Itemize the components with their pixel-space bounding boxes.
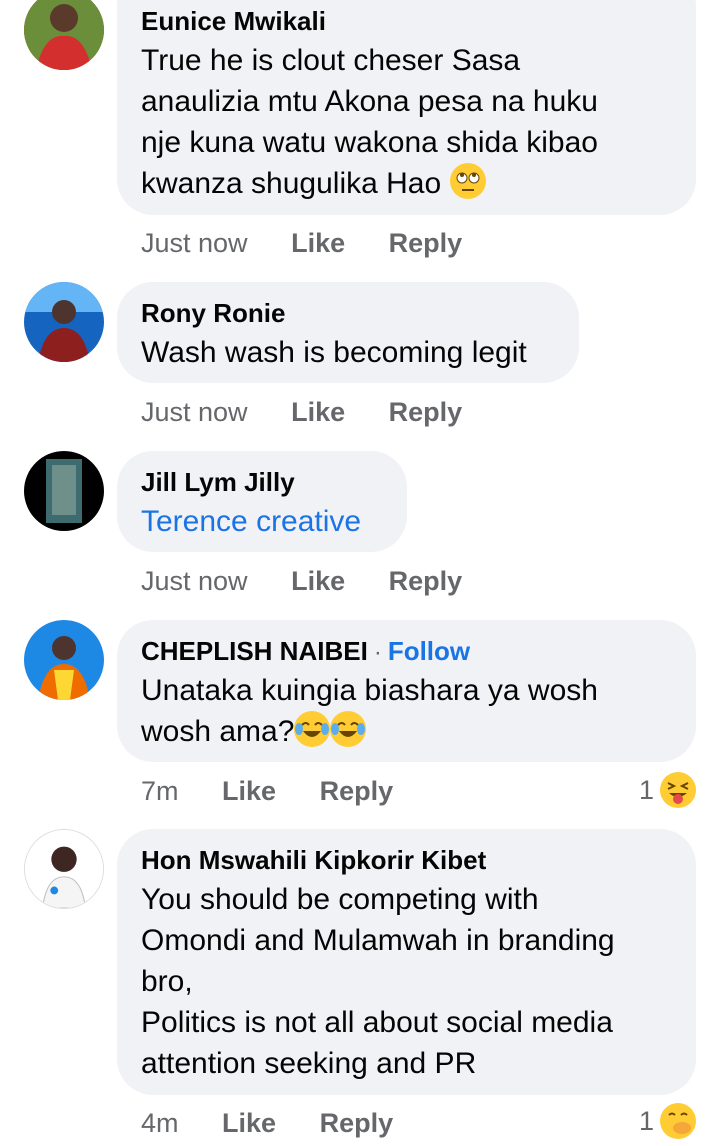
avatar-photo-icon <box>24 282 104 362</box>
comment-line: kwanza shugulika Hao <box>141 167 442 200</box>
comment-text: True he is clout cheser Sasa anaulizia m… <box>141 40 598 204</box>
reaction-summary[interactable]: 1 <box>639 1103 696 1139</box>
follow-button[interactable]: Follow <box>388 636 470 666</box>
comment-line: anaulizia mtu Akona pesa na huku <box>141 85 598 118</box>
comment-timestamp: Just now <box>141 566 248 596</box>
comment-actions: Just now Like Reply <box>141 397 498 428</box>
comment-bubble: Eunice Mwikali True he is clout cheser S… <box>117 0 696 215</box>
reply-button[interactable]: Reply <box>389 228 463 258</box>
reaction-count: 1 <box>638 1105 654 1136</box>
avatar-photo-icon <box>24 620 104 700</box>
comment-actions: Just now Like Reply <box>141 228 498 259</box>
comment-line: Terence creative <box>141 505 362 538</box>
avatar[interactable] <box>24 451 104 531</box>
comment-timestamp: 4m <box>141 1108 179 1138</box>
avatar[interactable] <box>24 620 104 700</box>
comment-bubble: Rony Ronie Wash wash is becoming legit <box>117 282 579 383</box>
like-button[interactable]: Like <box>291 228 345 258</box>
face-with-tears-of-joy-icon <box>294 711 331 747</box>
comment-timestamp: Just now <box>141 228 248 258</box>
comment-actions: Just now Like Reply <box>141 566 498 597</box>
commenter-name[interactable]: Rony Ronie <box>141 298 285 328</box>
avatar-photo-icon <box>24 0 104 70</box>
reaction-summary[interactable]: 1 <box>639 772 696 808</box>
comment-bubble: Jill Lym Jilly Terence creative <box>117 451 407 552</box>
comment-bubble: CHEPLISH NAIBEI · Follow Unataka kuingia b… <box>117 620 696 762</box>
comment-line: Wash wash is becoming legit <box>141 336 527 369</box>
avatar[interactable] <box>24 0 104 70</box>
avatar-photo-icon <box>25 830 103 908</box>
comment-line: Omondi and Mulamwah in branding <box>141 924 615 957</box>
commenter-name[interactable]: Jill Lym Jilly <box>141 467 295 497</box>
comment-text: Wash wash is becoming legit <box>141 332 527 373</box>
mention-link[interactable]: Terence creative <box>141 501 361 542</box>
comment-text: Unataka kuingia biashara ya wosh wosh am… <box>141 670 598 752</box>
like-button[interactable]: Like <box>291 397 345 427</box>
like-button[interactable]: Like <box>291 566 345 596</box>
comment-line: You should be competing with <box>141 883 539 916</box>
reply-button[interactable]: Reply <box>320 776 394 806</box>
face-with-tears-of-joy-icon <box>330 711 367 747</box>
commenter-name: CHEPLISH NAIBEI · Follow <box>141 636 470 668</box>
comment-actions: 4m Like Reply <box>141 1108 429 1139</box>
comment-line: bro, <box>141 965 193 998</box>
commenter-name[interactable]: Hon Mswahili Kipkorir Kibet <box>141 845 486 875</box>
commenter-name[interactable]: Eunice Mwikali <box>141 6 326 36</box>
reply-button[interactable]: Reply <box>389 566 463 596</box>
comment-line: wosh ama? <box>141 715 295 748</box>
avatar[interactable] <box>24 829 104 909</box>
face-with-rolling-eyes-icon <box>449 163 486 199</box>
comment-line: attention seeking and PR <box>141 1047 477 1080</box>
face-with-hand-over-mouth-icon <box>660 1103 696 1139</box>
comment-line: Politics is not all about social media <box>141 1006 613 1039</box>
comment-bubble: Hon Mswahili Kipkorir Kibet You should b… <box>117 829 696 1095</box>
comment-line: nje kuna watu wakona shida kibao <box>141 126 598 159</box>
comment-actions: 7m Like Reply <box>141 776 429 807</box>
like-button[interactable]: Like <box>222 776 276 806</box>
avatar[interactable] <box>24 282 104 362</box>
comment-line: Unataka kuingia biashara ya wosh <box>141 674 598 707</box>
reply-button[interactable]: Reply <box>320 1108 394 1138</box>
reaction-count: 1 <box>638 774 654 805</box>
squinting-face-with-tongue-icon <box>660 772 696 808</box>
like-button[interactable]: Like <box>222 1108 276 1138</box>
follow-separator: · <box>373 639 382 666</box>
comment-timestamp: 7m <box>141 776 179 806</box>
commenter-name-text[interactable]: CHEPLISH NAIBEI <box>141 636 368 666</box>
comment-line: True he is clout cheser Sasa <box>141 44 521 77</box>
avatar-photo-icon <box>24 451 104 531</box>
reply-button[interactable]: Reply <box>389 397 463 427</box>
comment-text: You should be competing with Omondi and … <box>141 879 615 1084</box>
comment-timestamp: Just now <box>141 397 248 427</box>
